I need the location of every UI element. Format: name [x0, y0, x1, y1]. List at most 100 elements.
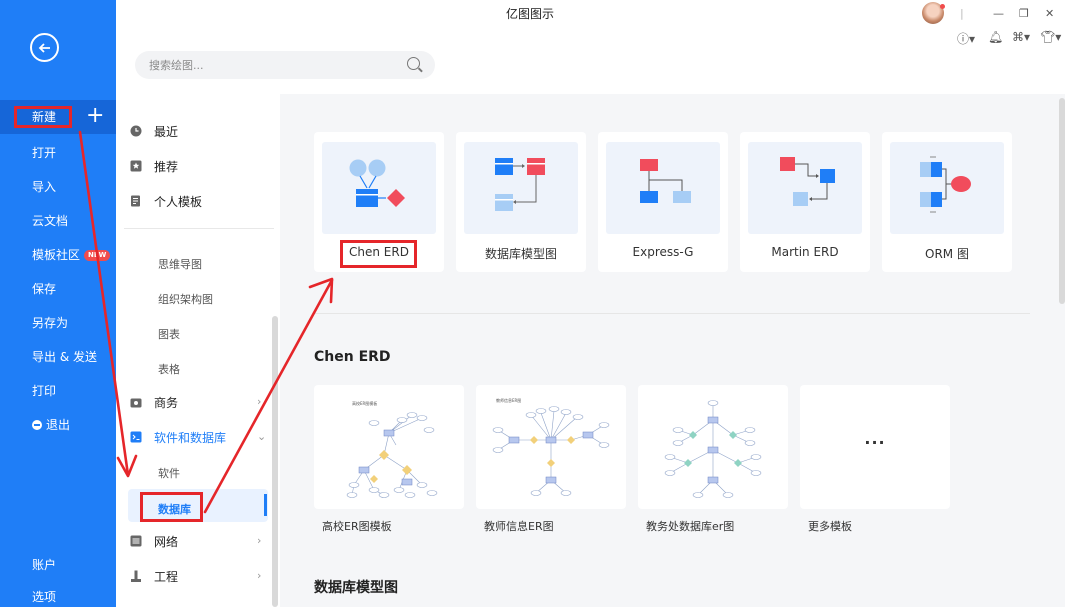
- category-charts[interactable]: 图表: [158, 326, 180, 342]
- category-label: 推荐: [154, 159, 179, 174]
- sidebar-item-cloud-docs[interactable]: 云文档: [32, 213, 68, 229]
- template-thumbnail: [464, 142, 578, 234]
- category-engineering[interactable]: 工程: [130, 566, 178, 586]
- category-recent[interactable]: 最近: [130, 121, 178, 141]
- category-label: 网络: [154, 534, 179, 549]
- close-icon[interactable]: ✕: [1045, 7, 1054, 20]
- category-mindmap[interactable]: 思维导图: [158, 256, 202, 272]
- star-icon: [130, 160, 142, 172]
- category-network[interactable]: 网络: [130, 531, 178, 551]
- bell-icon[interactable]: 🔔︎: [988, 30, 1003, 44]
- arrow-left-icon: [38, 42, 50, 53]
- category-label: 商务: [154, 395, 179, 410]
- template-thumbnail: [606, 142, 720, 234]
- sidebar-item-template-community[interactable]: 模板社区 NEW: [32, 247, 111, 263]
- template-card-martin-erd[interactable]: Martin ERD: [740, 132, 870, 272]
- example-card-academic-affairs-er[interactable]: [638, 385, 788, 509]
- database-icon: [130, 431, 142, 443]
- briefcase-icon: [130, 398, 142, 408]
- sidebar-item-export-send[interactable]: 导出 & 发送: [32, 349, 97, 365]
- template-card-database-model[interactable]: 数据库模型图: [456, 132, 586, 272]
- help-icon[interactable]: ⓘ▾: [957, 30, 975, 47]
- window-title: 亿图图示: [506, 7, 555, 21]
- category-tables[interactable]: 表格: [158, 361, 180, 377]
- search-input[interactable]: [149, 51, 399, 79]
- more-icon: ···: [864, 433, 886, 452]
- sidebar-item-import[interactable]: 导入: [32, 179, 56, 195]
- sidebar-item-exit[interactable]: 退出: [32, 417, 70, 433]
- example-card-more-templates[interactable]: ···: [800, 385, 950, 509]
- thumb-title: 高校ER图模板: [352, 400, 377, 406]
- document-icon: [131, 195, 140, 207]
- category-database[interactable]: 数据库: [140, 492, 203, 522]
- chevron-right-icon: ›: [257, 395, 262, 408]
- chevron-right-icon: ›: [257, 569, 262, 582]
- notification-dot: [940, 4, 945, 9]
- template-label: ORM 图: [925, 247, 969, 261]
- restore-icon[interactable]: ❐: [1019, 7, 1029, 20]
- sidebar-item-label: 模板社区: [32, 248, 81, 262]
- category-software-database[interactable]: 软件和数据库: [130, 427, 226, 447]
- minimize-icon[interactable]: —: [993, 7, 1004, 20]
- back-button[interactable]: [30, 33, 59, 62]
- template-label: 数据库模型图: [484, 247, 557, 261]
- example-card-university-er[interactable]: 高校ER图模板: [314, 385, 464, 509]
- category-panel: 最近 推荐 个人模板 思维导图 组织架构图 图表 表格 商务 › 软件和数据库 …: [116, 94, 280, 607]
- sidebar-item-options[interactable]: 选项: [32, 588, 56, 605]
- sidebar-item-open[interactable]: 打开: [32, 145, 56, 161]
- category-label: 软件和数据库: [154, 430, 227, 445]
- chen-erd-thumbnail-icon: [349, 159, 405, 207]
- scrollbar[interactable]: [272, 316, 278, 607]
- database-model-thumbnail-icon: [495, 158, 545, 211]
- example-label: 高校ER图模板: [322, 520, 392, 533]
- new-badge: NEW: [84, 250, 111, 261]
- divider: |: [960, 7, 964, 20]
- example-card-teacher-er[interactable]: 教师信息ER图: [476, 385, 626, 509]
- scrollbar[interactable]: [1059, 98, 1065, 304]
- martin-erd-thumbnail-icon: [780, 157, 835, 206]
- orm-thumbnail-icon: [920, 156, 971, 213]
- template-thumbnail: [748, 142, 862, 234]
- template-label: Express-G: [632, 245, 694, 259]
- section-title-database-model: 数据库模型图: [314, 580, 398, 596]
- template-card-express-g[interactable]: Express-G: [598, 132, 728, 272]
- template-thumbnail: [322, 142, 436, 234]
- plus-icon[interactable]: +: [86, 102, 104, 130]
- sidebar-item-print[interactable]: 打印: [32, 383, 56, 399]
- example-label: 教务处数据库er图: [646, 520, 735, 533]
- category-label: 工程: [154, 569, 179, 584]
- divider: [314, 313, 1030, 314]
- search-icon[interactable]: [407, 57, 420, 70]
- annotation-box: [340, 240, 417, 268]
- sidebar-item-new[interactable]: 新建: [14, 106, 72, 128]
- engineering-icon: [131, 570, 141, 582]
- search-box: [135, 51, 435, 79]
- category-label: 个人模板: [154, 194, 203, 209]
- template-card-orm[interactable]: ORM 图: [882, 132, 1012, 272]
- template-thumbnail: [890, 142, 1004, 234]
- sidebar-new-row: 新建 +: [0, 100, 116, 134]
- example-label: 教师信息ER图: [484, 520, 554, 533]
- thumb-title: 教师信息ER图: [496, 397, 521, 403]
- divider: [124, 228, 274, 229]
- chevron-down-icon: ⌄: [257, 430, 267, 443]
- chevron-right-icon: ›: [257, 534, 262, 547]
- apps-icon[interactable]: ⌘▾: [1012, 30, 1030, 44]
- category-orgchart[interactable]: 组织架构图: [158, 291, 213, 307]
- clock-icon: [130, 125, 142, 137]
- er-diagram-thumbnail: 高校ER图模板: [346, 400, 438, 498]
- example-label: 更多模板: [808, 520, 852, 533]
- category-personal-templates[interactable]: 个人模板: [130, 191, 202, 211]
- left-sidebar: 新建 + 打开 导入 云文档 模板社区 NEW 保存 另存为 导出 & 发送 打印…: [0, 0, 116, 607]
- category-recommended[interactable]: 推荐: [130, 156, 178, 176]
- sidebar-item-save[interactable]: 保存: [32, 281, 56, 297]
- sidebar-item-save-as[interactable]: 另存为: [32, 315, 68, 331]
- sidebar-item-label: 退出: [46, 418, 71, 432]
- shirt-icon[interactable]: 👕︎▾: [1040, 30, 1061, 44]
- template-area: Chen ERD 数据库模型图 Express-G Martin ERD ORM…: [280, 94, 1065, 607]
- selected-indicator: [264, 494, 267, 516]
- er-diagram-thumbnail: 教师信息ER图: [492, 397, 610, 496]
- sidebar-item-account[interactable]: 账户: [32, 556, 56, 573]
- category-business[interactable]: 商务: [130, 392, 178, 412]
- category-software[interactable]: 软件: [158, 465, 180, 481]
